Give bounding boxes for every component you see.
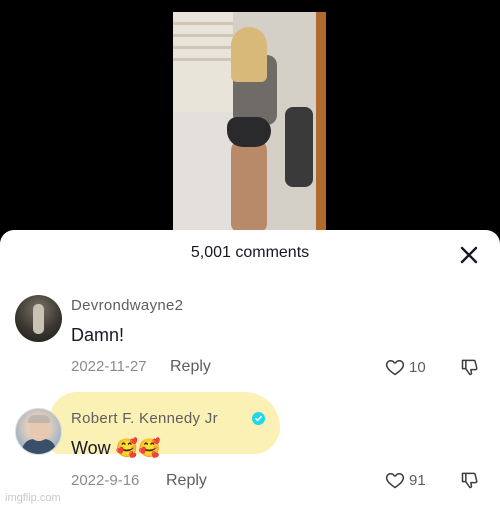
video-thumbnail[interactable]: [173, 12, 326, 232]
comment-username[interactable]: Robert F. Kennedy Jr: [71, 410, 218, 427]
comment-username[interactable]: Devrondwayne2: [71, 297, 183, 314]
comment-date: 2022-9-16: [71, 472, 140, 489]
window-shape: [173, 12, 233, 122]
verified-badge-icon: [252, 412, 265, 425]
blind-line: [173, 58, 233, 61]
bag-shape: [285, 107, 313, 187]
reply-button[interactable]: Reply: [166, 472, 207, 490]
dislike-button[interactable]: [460, 470, 480, 490]
mirror-frame: [316, 12, 326, 232]
like-count: 91: [409, 472, 426, 489]
person-figure: [225, 27, 280, 232]
avatar[interactable]: [15, 295, 62, 342]
close-icon[interactable]: [458, 244, 480, 266]
dislike-button[interactable]: [460, 357, 480, 377]
like-count: 10: [409, 359, 426, 376]
blind-line: [173, 46, 233, 49]
reply-button[interactable]: Reply: [170, 358, 211, 376]
thumbs-down-icon: [461, 472, 478, 489]
blind-line: [173, 34, 233, 37]
heart-icon: [385, 473, 405, 489]
comment-text: Wow 🥰🥰: [71, 438, 161, 459]
like-button[interactable]: 10: [385, 357, 435, 379]
smiling-hearts-emoji: 🥰🥰: [115, 438, 161, 458]
blind-line: [173, 22, 233, 25]
comment-text: Damn!: [71, 325, 125, 345]
comments-count-title: 5,001 comments: [190, 244, 310, 261]
like-button[interactable]: 91: [385, 470, 435, 492]
heart-icon: [385, 360, 405, 376]
comment-date: 2022-11-27: [71, 358, 147, 375]
watermark: imgflip.com: [5, 492, 61, 504]
comment-text-content: Wow: [71, 438, 111, 458]
avatar[interactable]: [15, 408, 62, 455]
thumbs-down-icon: [461, 359, 478, 376]
